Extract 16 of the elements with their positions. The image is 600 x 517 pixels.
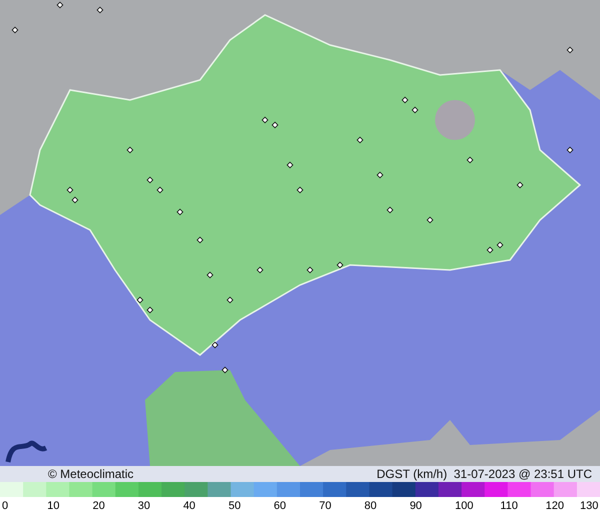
scale-label: 50: [228, 500, 241, 512]
scale-label: 80: [364, 500, 377, 512]
scale-label: 100: [455, 500, 474, 512]
scale-label: 110: [500, 500, 518, 512]
scale-label: 40: [183, 500, 196, 512]
scale-label: 10: [47, 500, 60, 512]
scale-label: 20: [92, 500, 105, 512]
scale-label: 30: [138, 500, 150, 512]
scale-label: 60: [274, 500, 286, 512]
scale-label: 130: [580, 500, 598, 512]
scale-label: 70: [319, 500, 332, 512]
map-caption: DGST (km/h) 31-07-2023 @ 23:51 UTC: [376, 467, 592, 481]
scale-label: 90: [410, 500, 422, 512]
scale-label: 120: [546, 500, 564, 512]
scale-label: 0: [2, 500, 8, 512]
copyright-credit: © Meteoclimatic: [48, 467, 134, 481]
